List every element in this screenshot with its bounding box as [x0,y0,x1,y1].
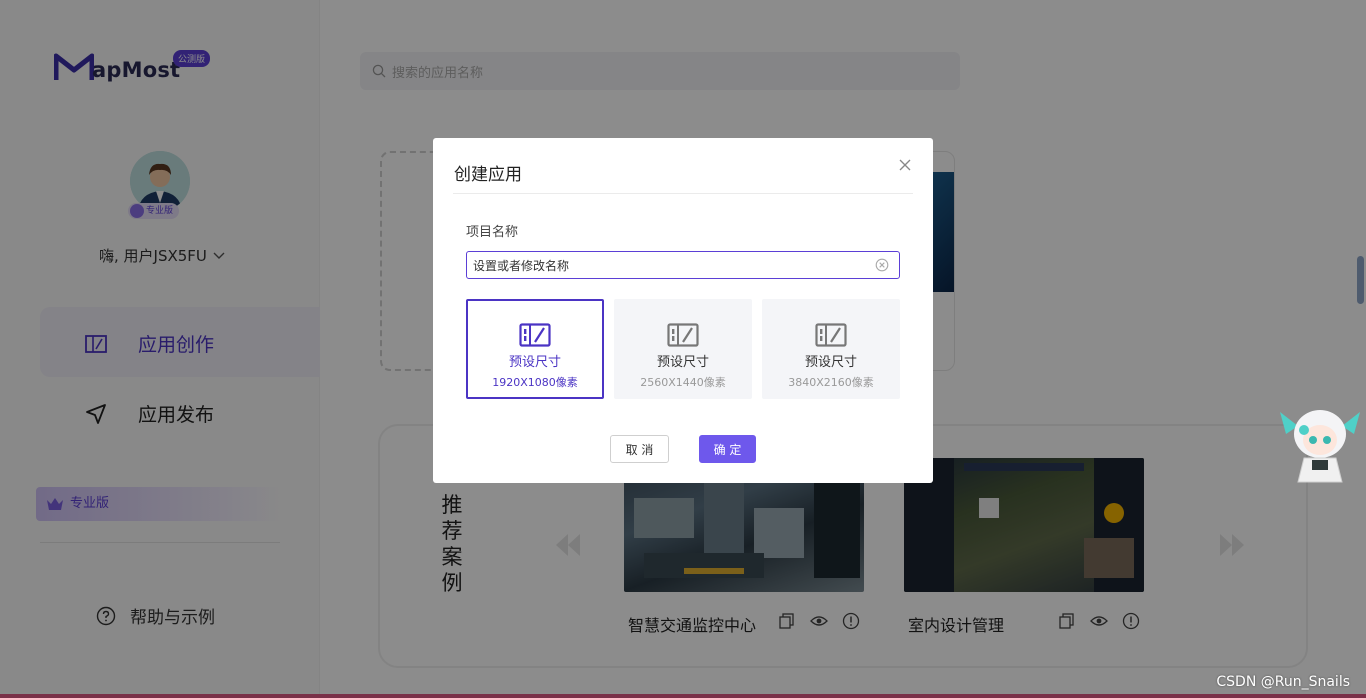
mascot-character-icon[interactable] [1276,400,1364,484]
clear-input-icon[interactable] [875,258,889,272]
size-option-1920[interactable]: 预设尺寸 1920X1080像素 [466,299,604,399]
size-option-dimensions: 1920X1080像素 [492,376,578,389]
size-option-label: 预设尺寸 [508,355,561,370]
project-name-label: 项目名称 [466,225,519,240]
size-option-3840[interactable]: 预设尺寸 3840X2160像素 [762,299,900,399]
cancel-button[interactable]: 取 消 [610,435,669,463]
size-option-label: 预设尺寸 [804,355,857,370]
watermark: CSDN @Run_Snails [1216,674,1350,690]
dialog-title: 创建应用 [454,165,522,185]
size-option-2560[interactable]: 预设尺寸 2560X1440像素 [614,299,752,399]
bottom-border [0,694,1366,698]
create-app-dialog: 创建应用 项目名称 预设尺寸 1920X1080像素 预设尺寸 2560X144… [433,138,933,483]
confirm-button[interactable]: 确 定 [699,435,756,463]
size-option-dimensions: 2560X1440像素 [640,376,726,389]
project-name-input[interactable] [466,251,900,279]
size-option-dimensions: 3840X2160像素 [788,376,874,389]
close-icon[interactable] [897,157,913,173]
size-option-label: 预设尺寸 [656,355,709,370]
canvas-size-icon [667,323,699,347]
canvas-size-icon [519,323,551,347]
dialog-divider [453,193,913,194]
canvas-size-icon [815,323,847,347]
